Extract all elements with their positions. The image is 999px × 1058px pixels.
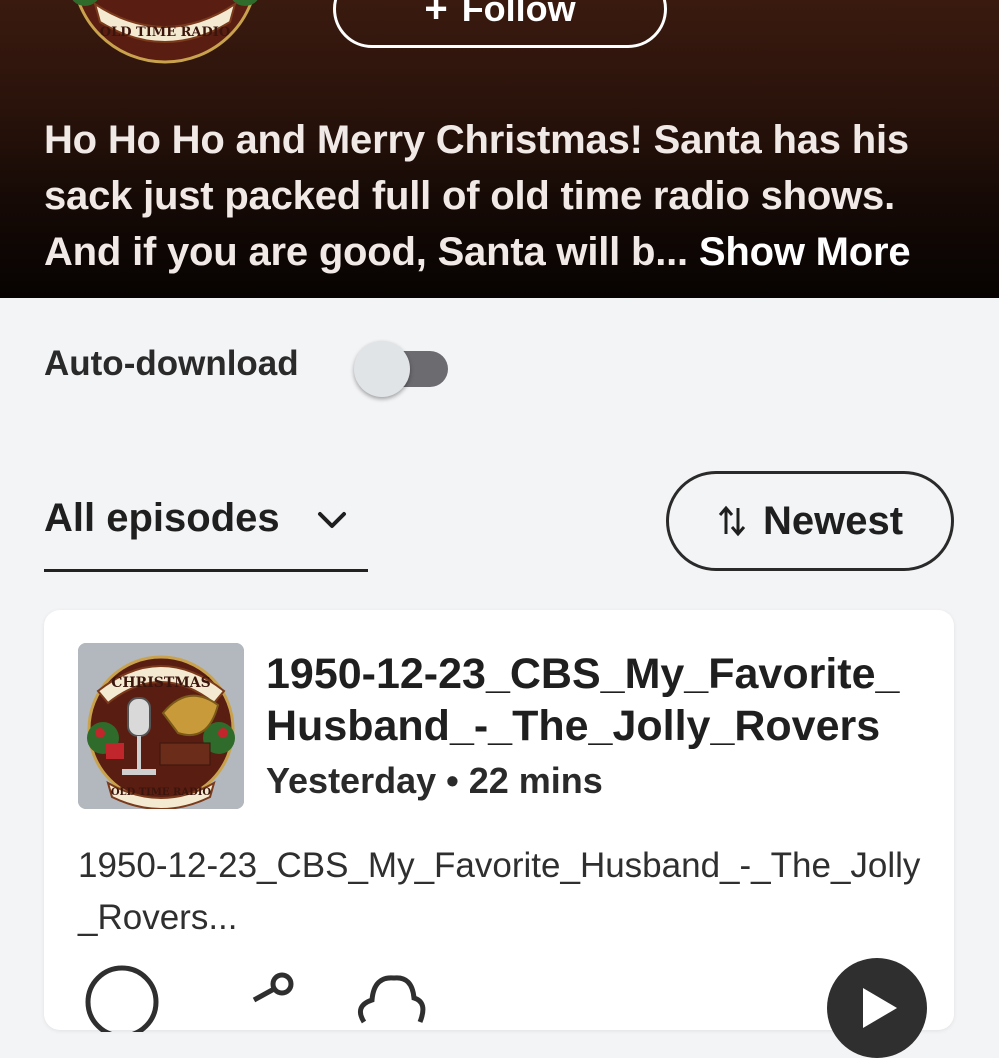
episode-meta: Yesterday • 22 mins (266, 760, 603, 801)
sort-button[interactable]: Newest (666, 471, 954, 571)
auto-download-label: Auto-download (44, 344, 299, 383)
podcast-description: Ho Ho Ho and Merry Christmas! Santa has … (44, 112, 944, 280)
sort-label: Newest (762, 498, 904, 543)
episode-filter-dropdown[interactable]: All episodes (44, 488, 368, 572)
chevron-down-icon (318, 512, 346, 528)
podcast-logo: OLD TIME RADIO (72, 0, 258, 64)
follow-label: Follow (461, 0, 576, 29)
episode-artwork: CHRISTMAS OLD TIME RADIO (78, 643, 244, 809)
toggle-thumb (354, 341, 410, 397)
auto-download-row: Auto-download (44, 338, 474, 397)
auto-download-toggle[interactable] (354, 341, 452, 397)
episode-title: 1950-12-23_CBS_My_Favorite_ Husband_-_Th… (266, 650, 900, 750)
share-icon[interactable] (224, 962, 304, 1032)
svg-text:OLD TIME RADIO: OLD TIME RADIO (111, 787, 212, 798)
podcast-header: OLD TIME RADIO + Follow Ho Ho Ho and Mer… (0, 0, 999, 298)
svg-text:OLD TIME RADIO: OLD TIME RADIO (100, 25, 230, 40)
download-cloud-icon[interactable] (348, 962, 428, 1032)
plus-icon: + (424, 0, 448, 31)
show-more-link[interactable]: Show More (699, 230, 911, 274)
episode-description: 1950-12-23_CBS_My_Favorite_Husband_-_The… (78, 846, 921, 937)
follow-button[interactable]: + Follow (333, 0, 667, 48)
play-button[interactable] (827, 958, 927, 1058)
filter-label: All episodes (44, 496, 280, 540)
play-icon (863, 988, 897, 1028)
sort-arrows-icon (718, 505, 746, 537)
episode-card[interactable]: CHRISTMAS OLD TIME RADIO 1950-12-23_CBS_… (44, 610, 954, 1058)
svg-text:CHRISTMAS: CHRISTMAS (111, 675, 211, 691)
check-circle-icon[interactable] (84, 962, 164, 1032)
